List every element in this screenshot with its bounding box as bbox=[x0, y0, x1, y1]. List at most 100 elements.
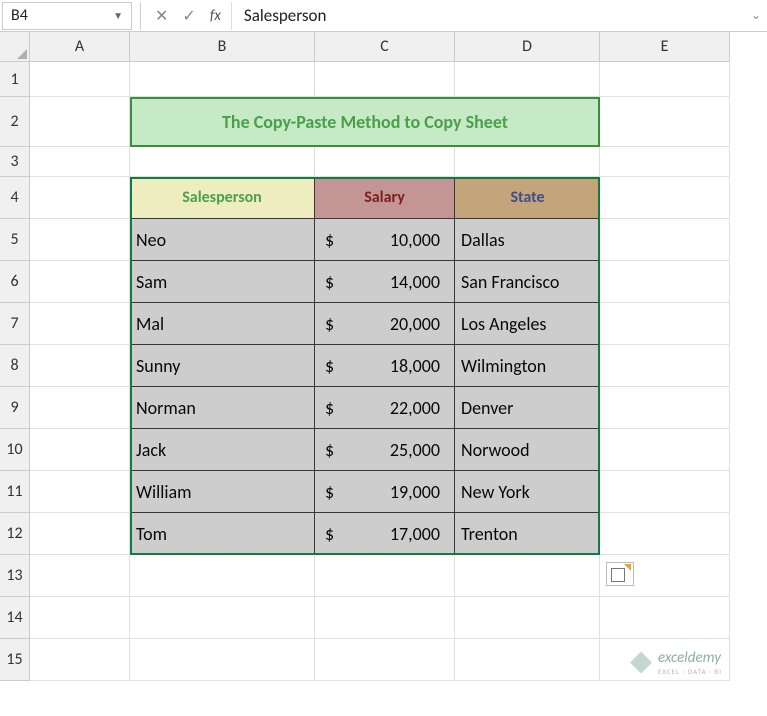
cell[interactable] bbox=[600, 219, 730, 261]
row-header[interactable]: 3 bbox=[0, 147, 30, 177]
row-header[interactable]: 7 bbox=[0, 303, 30, 345]
quick-analysis-button[interactable] bbox=[606, 562, 634, 586]
cell[interactable] bbox=[600, 513, 730, 555]
cell[interactable] bbox=[30, 429, 130, 471]
formula-input[interactable]: Salesperson bbox=[231, 2, 745, 30]
cell-state[interactable]: San Francisco bbox=[455, 261, 600, 303]
cell[interactable] bbox=[130, 597, 315, 639]
cell-salesperson[interactable]: Norman bbox=[130, 387, 315, 429]
cell[interactable] bbox=[30, 219, 130, 261]
cell[interactable] bbox=[600, 387, 730, 429]
column-header[interactable]: B bbox=[130, 32, 315, 62]
cell-salary[interactable]: $14,000 bbox=[315, 261, 455, 303]
column-header[interactable]: E bbox=[600, 32, 730, 62]
cell[interactable] bbox=[130, 62, 315, 97]
cell[interactable] bbox=[600, 147, 730, 177]
cell-state[interactable]: Dallas bbox=[455, 219, 600, 261]
cell-salary[interactable]: $10,000 bbox=[315, 219, 455, 261]
cell-salary[interactable]: $22,000 bbox=[315, 387, 455, 429]
cell-salesperson[interactable]: Tom bbox=[130, 513, 315, 555]
cell-salesperson[interactable]: Mal bbox=[130, 303, 315, 345]
header-salesperson[interactable]: Salesperson bbox=[130, 177, 315, 219]
cell[interactable] bbox=[600, 597, 730, 639]
cell[interactable] bbox=[455, 639, 600, 681]
column-header[interactable]: A bbox=[30, 32, 130, 62]
cells-area[interactable]: The Copy-Paste Method to Copy Sheet Sale… bbox=[30, 62, 730, 681]
cell[interactable] bbox=[30, 639, 130, 681]
column-header[interactable]: C bbox=[315, 32, 455, 62]
cell[interactable] bbox=[30, 261, 130, 303]
cell-salary[interactable]: $25,000 bbox=[315, 429, 455, 471]
row-header[interactable]: 12 bbox=[0, 513, 30, 555]
cell-salesperson[interactable]: Sam bbox=[130, 261, 315, 303]
name-box[interactable]: B4 ▼ bbox=[2, 2, 132, 30]
row-header[interactable]: 15 bbox=[0, 639, 30, 681]
cell[interactable] bbox=[30, 471, 130, 513]
cancel-icon[interactable]: ✕ bbox=[155, 6, 168, 26]
cell[interactable] bbox=[455, 62, 600, 97]
cell-salesperson[interactable]: Sunny bbox=[130, 345, 315, 387]
cell[interactable] bbox=[315, 639, 455, 681]
cell[interactable] bbox=[600, 97, 730, 147]
cell[interactable] bbox=[30, 97, 130, 147]
cell[interactable] bbox=[600, 261, 730, 303]
cell[interactable] bbox=[455, 597, 600, 639]
row-header[interactable]: 2 bbox=[0, 97, 30, 147]
cell-state[interactable]: Los Angeles bbox=[455, 303, 600, 345]
cell[interactable] bbox=[30, 177, 130, 219]
row-header[interactable]: 8 bbox=[0, 345, 30, 387]
cell-salary[interactable]: $20,000 bbox=[315, 303, 455, 345]
cell-salesperson[interactable]: William bbox=[130, 471, 315, 513]
cell[interactable] bbox=[30, 597, 130, 639]
cell[interactable] bbox=[315, 555, 455, 597]
row-header[interactable]: 11 bbox=[0, 471, 30, 513]
cell[interactable] bbox=[600, 303, 730, 345]
chevron-down-icon[interactable]: ▼ bbox=[113, 9, 123, 22]
cell[interactable] bbox=[600, 177, 730, 219]
fx-icon[interactable]: fx bbox=[210, 7, 221, 25]
row-header[interactable]: 5 bbox=[0, 219, 30, 261]
cell-salary[interactable]: $18,000 bbox=[315, 345, 455, 387]
cell-state[interactable]: New York bbox=[455, 471, 600, 513]
expand-formula-icon[interactable]: ⌄ bbox=[745, 8, 767, 23]
column-header[interactable]: D bbox=[455, 32, 600, 62]
cell[interactable] bbox=[600, 429, 730, 471]
cell[interactable] bbox=[30, 387, 130, 429]
cell-state[interactable]: Norwood bbox=[455, 429, 600, 471]
row-header[interactable]: 4 bbox=[0, 177, 30, 219]
cell[interactable] bbox=[130, 555, 315, 597]
row-header[interactable]: 1 bbox=[0, 62, 30, 97]
enter-icon[interactable]: ✓ bbox=[182, 6, 195, 26]
row-header[interactable]: 10 bbox=[0, 429, 30, 471]
row-header[interactable]: 13 bbox=[0, 555, 30, 597]
row-header[interactable]: 6 bbox=[0, 261, 30, 303]
cell[interactable] bbox=[30, 345, 130, 387]
cell[interactable] bbox=[315, 147, 455, 177]
select-all-corner[interactable] bbox=[0, 32, 30, 62]
cell[interactable] bbox=[130, 639, 315, 681]
cell[interactable] bbox=[30, 147, 130, 177]
cell[interactable] bbox=[455, 147, 600, 177]
cell[interactable] bbox=[130, 147, 315, 177]
cell-salesperson[interactable]: Neo bbox=[130, 219, 315, 261]
cell[interactable] bbox=[455, 555, 600, 597]
cell[interactable] bbox=[600, 471, 730, 513]
header-state[interactable]: State bbox=[455, 177, 600, 219]
cell-salary[interactable]: $19,000 bbox=[315, 471, 455, 513]
header-salary[interactable]: Salary bbox=[315, 177, 455, 219]
cell[interactable] bbox=[30, 555, 130, 597]
title-cell[interactable]: The Copy-Paste Method to Copy Sheet bbox=[130, 97, 600, 147]
cell[interactable] bbox=[30, 513, 130, 555]
cell-state[interactable]: Wilmington bbox=[455, 345, 600, 387]
cell[interactable] bbox=[315, 597, 455, 639]
cell[interactable] bbox=[30, 62, 130, 97]
cell[interactable] bbox=[600, 62, 730, 97]
cell-salesperson[interactable]: Jack bbox=[130, 429, 315, 471]
cell[interactable] bbox=[30, 303, 130, 345]
cell-state[interactable]: Trenton bbox=[455, 513, 600, 555]
cell-state[interactable]: Denver bbox=[455, 387, 600, 429]
cell-salary[interactable]: $17,000 bbox=[315, 513, 455, 555]
row-header[interactable]: 9 bbox=[0, 387, 30, 429]
row-header[interactable]: 14 bbox=[0, 597, 30, 639]
cell[interactable] bbox=[315, 62, 455, 97]
